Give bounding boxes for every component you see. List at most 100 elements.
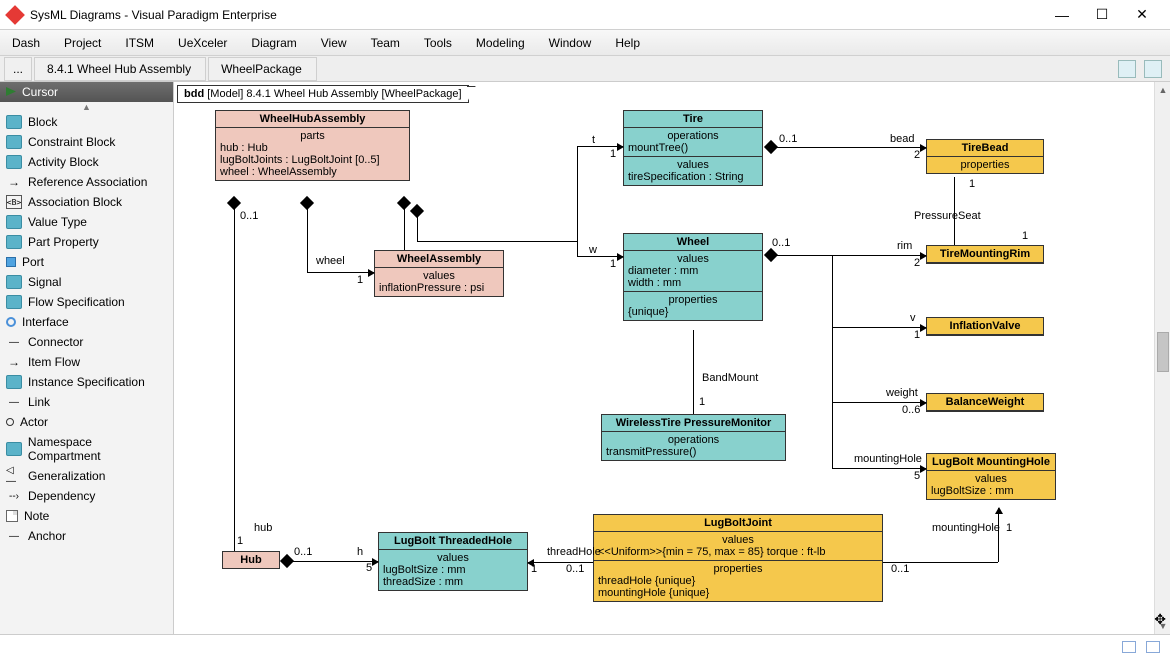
menu-window[interactable]: Window	[549, 36, 592, 50]
menu-modeling[interactable]: Modeling	[476, 36, 525, 50]
palette-item-label: Namespace Compartment	[28, 435, 167, 463]
palette-item[interactable]: Connector	[0, 332, 173, 352]
palette-item[interactable]: Note	[0, 506, 173, 526]
block-wheel-assembly[interactable]: WheelAssembly values inflationPressure :…	[374, 250, 504, 297]
breadcrumb-item[interactable]: 8.4.1 Wheel Hub Assembly	[34, 57, 206, 81]
menu-team[interactable]: Team	[371, 36, 400, 50]
multiplicity-label: 1	[610, 148, 616, 160]
palette-item[interactable]: Reference Association	[0, 172, 173, 192]
menu-help[interactable]: Help	[615, 36, 640, 50]
edge-label: t	[592, 134, 595, 146]
menu-itsm[interactable]: ITSM	[125, 36, 154, 50]
multiplicity-label: 1	[610, 258, 616, 270]
multiplicity-label: 1	[1006, 522, 1012, 534]
connector-line	[832, 327, 926, 328]
block-tire[interactable]: Tire operations mountTree() values tireS…	[623, 110, 763, 186]
palette-item[interactable]: Constraint Block	[0, 132, 173, 152]
connector-line	[693, 330, 694, 414]
menu-diagram[interactable]: Diagram	[251, 36, 296, 50]
window-title: SysML Diagrams - Visual Paradigm Enterpr…	[30, 8, 1042, 22]
block-icon	[6, 115, 22, 129]
palette-item-label: Signal	[28, 275, 61, 289]
connector-line	[577, 146, 578, 256]
block-inflation-valve[interactable]: InflationValve	[926, 317, 1044, 336]
connector-line	[776, 147, 926, 148]
connector-line	[417, 241, 577, 242]
block-wireless-monitor[interactable]: WirelessTire PressureMonitor operations …	[601, 414, 786, 461]
block-tire-mounting-rim[interactable]: TireMountingRim	[926, 245, 1044, 264]
block-icon	[6, 135, 22, 149]
block-tire-bead[interactable]: TireBead properties	[926, 139, 1044, 174]
palette-item[interactable]: Link	[0, 392, 173, 412]
palette-item-label: Port	[22, 255, 44, 269]
palette-item[interactable]: Port	[0, 252, 173, 272]
block-lugbolt-mounting-hole[interactable]: LugBolt MountingHole values lugBoltSize …	[926, 453, 1056, 500]
toolbar-icon[interactable]	[1118, 60, 1136, 78]
breadcrumb-item[interactable]: WheelPackage	[208, 57, 317, 81]
status-bar	[0, 634, 1170, 658]
vertical-scrollbar[interactable]: ▲ ▼	[1154, 82, 1170, 634]
palette-item-label: Dependency	[28, 489, 95, 503]
scroll-up-icon[interactable]: ▲	[1155, 82, 1170, 98]
connector-line	[832, 402, 926, 403]
minimize-button[interactable]: —	[1042, 0, 1082, 30]
line-icon	[6, 395, 22, 409]
menu-uexceler[interactable]: UeXceler	[178, 36, 227, 50]
app-logo-icon	[5, 5, 25, 25]
palette-item[interactable]: Dependency	[0, 486, 173, 506]
menu-view[interactable]: View	[321, 36, 347, 50]
multiplicity-label: 1	[237, 535, 243, 547]
note-icon	[6, 510, 18, 522]
palette-item[interactable]: Part Property	[0, 232, 173, 252]
palette-item[interactable]: Signal	[0, 272, 173, 292]
multiplicity-label: 5	[366, 562, 372, 574]
edge-label: hub	[254, 522, 272, 534]
menu-project[interactable]: Project	[64, 36, 101, 50]
note-icon[interactable]	[1146, 641, 1160, 653]
multiplicity-label: 1	[1022, 230, 1028, 242]
connector-line	[998, 508, 999, 562]
block-wheel-hub-assembly[interactable]: WheelHubAssembly parts hub : Hub lugBolt…	[215, 110, 410, 181]
palette-item[interactable]: <B>Association Block	[0, 192, 173, 212]
palette-item[interactable]: Actor	[0, 412, 173, 432]
arrow-icon	[6, 175, 22, 189]
close-button[interactable]: ✕	[1122, 0, 1162, 30]
block-hub[interactable]: Hub	[222, 551, 280, 569]
multiplicity-label: 2	[914, 257, 920, 269]
block-wheel[interactable]: Wheel values diameter : mm width : mm pr…	[623, 233, 763, 321]
diagram-canvas[interactable]: bdd [Model] 8.4.1 Wheel Hub Assembly [Wh…	[174, 82, 1170, 634]
block-lugbolt-threaded-hole[interactable]: LugBolt ThreadedHole values lugBoltSize …	[378, 532, 528, 591]
palette-item[interactable]: Generalization	[0, 466, 173, 486]
palette-item-label: Actor	[20, 415, 48, 429]
scrollbar-thumb[interactable]	[1157, 332, 1169, 372]
palette-cursor[interactable]: Cursor	[0, 82, 173, 102]
multiplicity-label: 1	[531, 563, 537, 575]
frame-label: bdd [Model] 8.4.1 Wheel Hub Assembly [Wh…	[177, 85, 469, 103]
block-lugbolt-joint[interactable]: LugBoltJoint values <<Uniform>>{min = 75…	[593, 514, 883, 602]
palette-item[interactable]: Namespace Compartment	[0, 432, 173, 466]
maximize-button[interactable]: ☐	[1082, 0, 1122, 30]
breadcrumb-root[interactable]: ...	[4, 57, 32, 81]
block-icon	[6, 295, 22, 309]
palette-item[interactable]: Item Flow	[0, 352, 173, 372]
connector-line	[307, 208, 308, 273]
palette-item[interactable]: Interface	[0, 312, 173, 332]
actor-icon	[6, 418, 14, 426]
block-balance-weight[interactable]: BalanceWeight	[926, 393, 1044, 412]
mail-icon[interactable]	[1122, 641, 1136, 653]
multiplicity-label: 0..1	[891, 563, 909, 575]
palette-item[interactable]: Value Type	[0, 212, 173, 232]
connector-line	[307, 272, 374, 273]
toolbar-icon[interactable]	[1144, 60, 1162, 78]
palette-item[interactable]: Anchor	[0, 526, 173, 546]
menu-dash[interactable]: Dash	[12, 36, 40, 50]
palette-item[interactable]: Flow Specification	[0, 292, 173, 312]
menu-tools[interactable]: Tools	[424, 36, 452, 50]
palette-item[interactable]: Activity Block	[0, 152, 173, 172]
multiplicity-label: 1	[357, 274, 363, 286]
palette-item[interactable]: Instance Specification	[0, 372, 173, 392]
ab-icon: <B>	[6, 195, 22, 209]
palette-collapse-icon[interactable]: ▲	[0, 102, 173, 112]
palette-item[interactable]: Block	[0, 112, 173, 132]
multiplicity-label: 0..1	[772, 237, 790, 249]
